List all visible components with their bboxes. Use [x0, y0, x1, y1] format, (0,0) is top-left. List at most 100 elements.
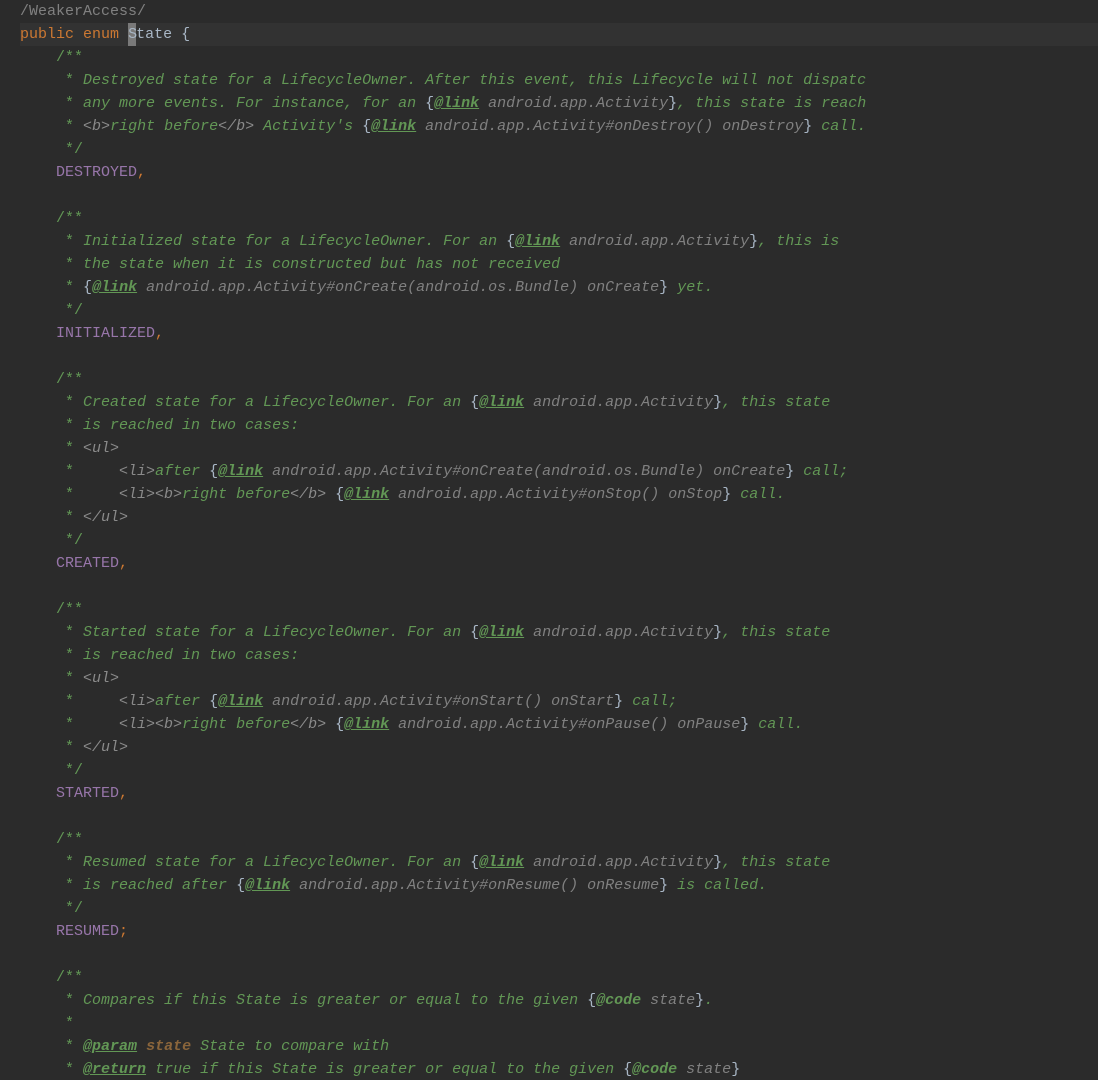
doc-text: State to compare with — [191, 1038, 389, 1055]
doc-text: , this state — [722, 624, 830, 641]
doc-text: , this state — [722, 854, 830, 871]
doc-star: * — [56, 463, 74, 480]
doc-braceclose: } — [803, 118, 812, 135]
doc-text: call. — [812, 118, 866, 135]
doc-text: , this is — [758, 233, 839, 250]
html-tag-li: <li> — [119, 693, 155, 710]
code-editor[interactable]: /WeakerAccess/ public enum State { /** *… — [0, 0, 1098, 1080]
doc-text — [74, 739, 83, 756]
indent — [20, 118, 56, 135]
doc-text: yet. — [668, 279, 713, 296]
text-cursor: S — [128, 23, 136, 46]
doc-link-tag: @link — [371, 118, 416, 135]
doc-open: /** — [56, 371, 83, 388]
current-line[interactable]: public enum State { — [20, 23, 1098, 46]
indent — [20, 785, 56, 802]
comma: , — [155, 325, 164, 342]
suppress-annotation: /WeakerAccess/ — [20, 3, 146, 20]
doc-open: /** — [56, 969, 83, 986]
doc-link-tag: @link — [344, 716, 389, 733]
doc-link-tag: @link — [344, 486, 389, 503]
doc-text — [137, 1038, 146, 1055]
doc-braceclose: } — [749, 233, 758, 250]
doc-text — [326, 486, 335, 503]
doc-braceopen: { — [470, 854, 479, 871]
doc-close: */ — [56, 141, 83, 158]
doc-ref: android.app.Activity — [524, 854, 713, 871]
indent — [20, 647, 56, 664]
indent — [20, 624, 56, 641]
doc-ref: android.app.Activity#onPause() onPause — [389, 716, 740, 733]
indent — [20, 532, 56, 549]
indent — [20, 716, 56, 733]
indent — [20, 141, 56, 158]
open-brace: { — [172, 26, 190, 43]
doc-text — [74, 693, 119, 710]
doc-text: Initialized state for a LifecycleOwner. … — [74, 233, 506, 250]
indent — [20, 1061, 56, 1078]
html-tag-b-close: </b> — [290, 486, 326, 503]
doc-text: call. — [749, 716, 803, 733]
html-tag-ul-close: </ul> — [83, 509, 128, 526]
indent — [20, 670, 56, 687]
doc-link-tag: @link — [245, 877, 290, 894]
doc-open: /** — [56, 49, 83, 66]
doc-braceopen: { — [209, 463, 218, 480]
doc-open — [20, 49, 56, 66]
indent — [20, 302, 56, 319]
indent — [20, 1038, 56, 1055]
doc-text: call. — [731, 486, 785, 503]
doc-braceclose: } — [713, 394, 722, 411]
doc-text — [74, 1038, 83, 1055]
doc-link-tag: @link — [434, 95, 479, 112]
doc-text: the state when it is constructed but has… — [74, 256, 560, 273]
html-tag-li: <li> — [119, 463, 155, 480]
indent — [20, 417, 56, 434]
indent — [20, 210, 56, 227]
doc-ref: android.app.Activity#onDestroy() onDestr… — [416, 118, 803, 135]
indent — [20, 233, 56, 250]
doc-ref: android.app.Activity#onCreate(android.os… — [137, 279, 659, 296]
indent — [20, 900, 56, 917]
doc-link-tag: @link — [479, 624, 524, 641]
doc-star: * — [56, 118, 74, 135]
doc-star: * — [56, 647, 74, 664]
indent — [20, 854, 56, 871]
doc-text — [74, 279, 83, 296]
doc-open: /** — [56, 831, 83, 848]
doc-text — [74, 1061, 83, 1078]
enum-created: CREATED — [56, 555, 119, 572]
doc-braceclose: } — [713, 854, 722, 871]
doc-return-tag: @return — [83, 1061, 146, 1078]
doc-star: * — [56, 279, 74, 296]
html-tag-b: <b> — [83, 118, 110, 135]
doc-star: * — [56, 95, 74, 112]
enum-name: tate — [136, 26, 172, 43]
doc-braceclose: } — [722, 486, 731, 503]
doc-ref: state — [641, 992, 695, 1009]
doc-text: is reached in two cases: — [74, 417, 299, 434]
doc-star: * — [56, 739, 74, 756]
html-tag-b-close: </b> — [218, 118, 254, 135]
doc-star: * — [56, 1038, 74, 1055]
indent — [20, 969, 56, 986]
doc-text: , this state — [722, 394, 830, 411]
indent — [20, 831, 56, 848]
doc-text: call; — [794, 463, 848, 480]
html-tag-ul-close: </ul> — [83, 739, 128, 756]
doc-star: * — [56, 233, 74, 250]
doc-braceclose: } — [659, 279, 668, 296]
doc-ref: android.app.Activity — [524, 394, 713, 411]
doc-star: * — [56, 693, 74, 710]
doc-braceclose: } — [785, 463, 794, 480]
indent — [20, 486, 56, 503]
indent — [20, 72, 56, 89]
doc-text: Compares if this State is greater or equ… — [74, 992, 587, 1009]
doc-link-tag: @link — [92, 279, 137, 296]
doc-braceopen: { — [623, 1061, 632, 1078]
comma: , — [119, 555, 128, 572]
doc-code-tag: @code — [596, 992, 641, 1009]
html-tag-b-close: </b> — [290, 716, 326, 733]
html-tag-li-b: <li><b> — [119, 486, 182, 503]
doc-star: * — [56, 1061, 74, 1078]
